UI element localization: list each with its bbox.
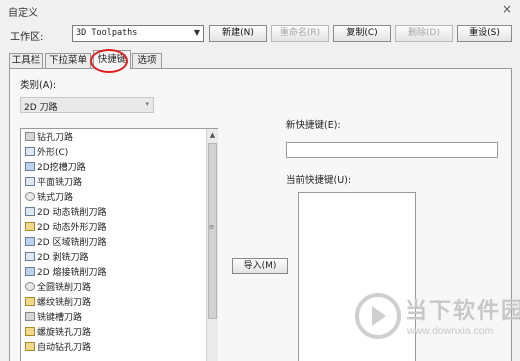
new-shortcut-label: 新快捷键(E): (286, 120, 341, 131)
list-item[interactable]: 2D 剥铣刀路 (25, 252, 89, 264)
circle-mill-icon (25, 282, 35, 291)
gear-icon (25, 192, 35, 201)
list-item[interactable]: 2D 动态外形刀路 (25, 222, 107, 234)
window-title: 自定义 (8, 8, 38, 19)
watermark-text: 当下软件园 (405, 299, 520, 324)
new-shortcut-input[interactable] (286, 142, 498, 158)
new-button[interactable]: 新建(N) (209, 25, 267, 42)
tab-options[interactable]: 选项 (132, 53, 162, 68)
auto-drill-icon (25, 342, 35, 351)
list-item[interactable]: 2D 熔接铣削刀路 (25, 267, 107, 279)
list-item[interactable]: 平面铣刀路 (25, 177, 82, 189)
list-item[interactable]: 外形(C) (25, 147, 68, 159)
list-item[interactable]: 钻孔刀路 (25, 132, 73, 144)
list-item[interactable]: 螺旋铣孔刀路 (25, 327, 91, 339)
helix-bore-icon (25, 327, 35, 336)
list-item[interactable]: 铣式刀路 (25, 192, 73, 204)
category-label: 类别(A): (20, 80, 57, 91)
highlight-ring (90, 49, 128, 73)
workspace-select-value: 3D Toolpaths (76, 28, 138, 38)
peel-mill-icon (25, 252, 35, 261)
facing-icon (25, 177, 35, 186)
tab-toolbar[interactable]: 工具栏 (9, 53, 43, 68)
watermark-url: www.downxia.com (407, 325, 494, 337)
workspace-label: 工作区: (10, 32, 44, 43)
watermark-logo-icon (355, 293, 401, 339)
dynamic-contour-icon (25, 222, 35, 231)
category-select-value: 2D 刀路 (24, 103, 58, 113)
chevron-down-icon: ▼ (193, 28, 200, 37)
list-item[interactable]: 铣键槽刀路 (25, 312, 82, 324)
category-select[interactable]: 2D 刀路 ▾ (20, 97, 154, 113)
command-list[interactable]: 钻孔刀路 外形(C) 2D挖槽刀路 平面铣刀路 铣式刀路 2D 动态铣削刀路 2… (20, 128, 218, 361)
scroll-up-icon[interactable]: ▲ (207, 129, 218, 141)
reset-button[interactable]: 重设(S) (457, 25, 512, 42)
dynamic-mill-icon (25, 207, 35, 216)
list-scrollbar[interactable]: ▲ ≡ (206, 129, 218, 361)
list-item[interactable]: 2D挖槽刀路 (25, 162, 86, 174)
pocket-icon (25, 162, 35, 171)
drill-icon (25, 132, 35, 141)
scroll-grip-icon: ≡ (208, 223, 215, 231)
copy-button[interactable]: 复制(C) (333, 25, 391, 42)
chevron-down-icon: ▾ (145, 100, 149, 108)
tab-dropdown-menu[interactable]: 下拉菜单 (45, 53, 91, 68)
list-item[interactable]: 全圆铣削刀路 (25, 282, 91, 294)
scroll-thumb[interactable] (208, 143, 217, 319)
slot-mill-icon (25, 312, 35, 321)
rename-button[interactable]: 重命名(R) (271, 25, 329, 42)
blend-mill-icon (25, 267, 35, 276)
list-item[interactable]: 螺纹铣削刀路 (25, 297, 91, 309)
list-item[interactable]: 2D 动态铣削刀路 (25, 207, 107, 219)
current-shortcut-label: 当前快捷键(U): (286, 175, 352, 186)
list-item[interactable]: 自动钻孔刀路 (25, 342, 91, 354)
close-icon[interactable]: × (500, 2, 514, 16)
list-item[interactable]: 2D 区域铣削刀路 (25, 237, 107, 249)
contour-icon (25, 147, 35, 156)
workspace-select[interactable]: 3D Toolpaths ▼ (72, 25, 204, 42)
import-button[interactable]: 导入(M) (232, 258, 288, 274)
watermark: 当下软件园 www.downxia.com (355, 293, 520, 357)
delete-button[interactable]: 删除(D) (395, 25, 453, 42)
thread-mill-icon (25, 297, 35, 306)
area-mill-icon (25, 237, 35, 246)
